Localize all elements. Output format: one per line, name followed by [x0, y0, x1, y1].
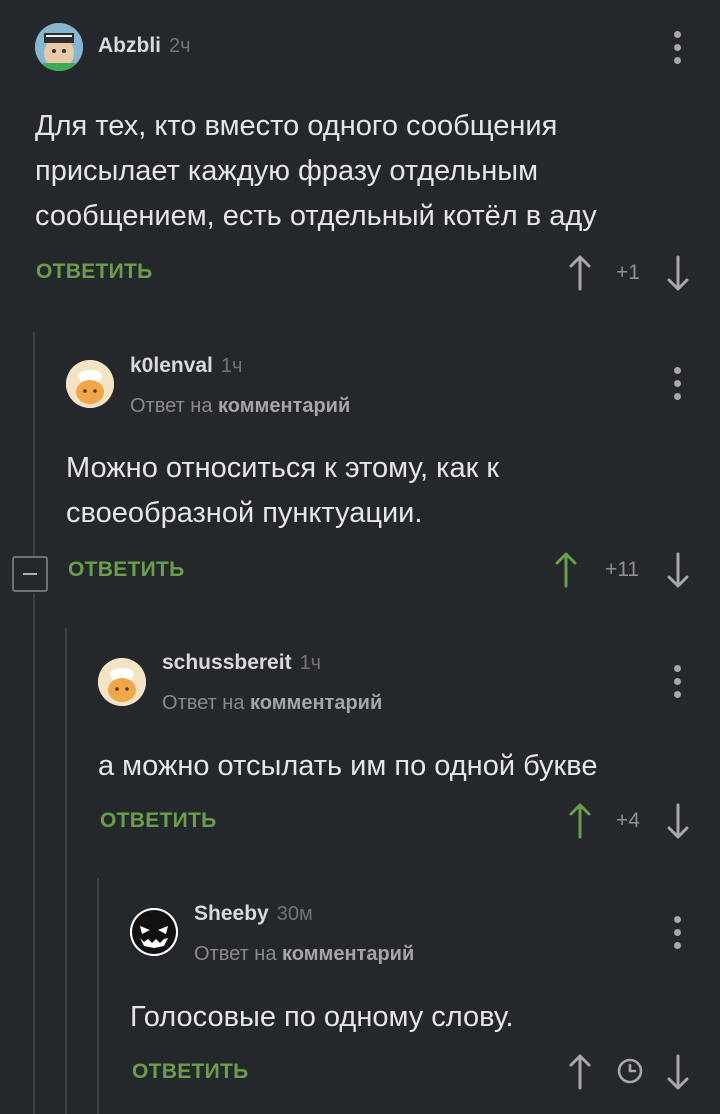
reply-button[interactable]: ОТВЕТИТЬ	[36, 260, 153, 284]
avatar[interactable]	[35, 23, 83, 71]
upvote-arrow-icon[interactable]	[566, 253, 594, 293]
thread-line-level-2	[65, 628, 67, 1114]
downvote-arrow-icon[interactable]	[664, 1052, 692, 1092]
thread-line-level-1-lower	[33, 594, 35, 1114]
comment-author[interactable]: schussbereit 1ч	[162, 651, 321, 675]
downvote-arrow-icon[interactable]	[664, 253, 692, 293]
reply-button[interactable]: ОТВЕТИТЬ	[100, 809, 217, 833]
thread-line-level-3	[97, 878, 99, 1114]
comment-line: сообщением, есть отдельный котёл в аду	[35, 200, 597, 232]
avatar[interactable]	[98, 658, 146, 706]
comment-line: Для тех, кто вместо одного сообщения	[35, 110, 558, 142]
reply-to-link[interactable]: комментарий	[250, 692, 382, 714]
rating-value: +1	[616, 261, 640, 284]
comment-author[interactable]: Abzbli 2ч	[98, 34, 191, 58]
comment-line: а можно отсылать им по одной букве	[98, 750, 598, 782]
author-name[interactable]: k0lenval	[130, 354, 213, 377]
rating-value: +11	[604, 558, 640, 581]
comment-line: Голосовые по одному слову.	[130, 1001, 514, 1033]
comment-body: Для тех, кто вместо одного сообщения при…	[35, 104, 597, 239]
rating-value: +4	[616, 809, 640, 832]
comment-line: своеобразной пунктуации.	[66, 497, 423, 529]
upvote-arrow-icon[interactable]	[566, 801, 594, 841]
reply-to-info: Ответ на комментарий	[194, 943, 414, 966]
more-options-icon[interactable]	[674, 916, 682, 952]
comment-time: 2ч	[169, 35, 191, 57]
avatar[interactable]	[66, 360, 114, 408]
avatar[interactable]	[130, 908, 178, 956]
comment-time: 1ч	[220, 355, 243, 377]
comment-time: 30м	[276, 903, 313, 925]
reply-button[interactable]: ОТВЕТИТЬ	[68, 558, 185, 582]
more-options-icon[interactable]	[674, 31, 682, 67]
author-name[interactable]: Abzbli	[98, 34, 161, 57]
more-options-icon[interactable]	[674, 665, 682, 701]
reply-to-link[interactable]: комментарий	[218, 395, 350, 417]
reply-button[interactable]: ОТВЕТИТЬ	[132, 1060, 249, 1084]
reply-to-prefix: Ответ на	[194, 943, 277, 965]
comment-body: а можно отсылать им по одной букве	[98, 744, 597, 789]
downvote-arrow-icon[interactable]	[664, 550, 692, 590]
comment-author[interactable]: k0lenval 1ч	[130, 354, 242, 378]
author-name[interactable]: Sheeby	[194, 902, 269, 925]
upvote-arrow-icon[interactable]	[552, 550, 580, 590]
collapse-thread-button[interactable]	[12, 556, 48, 592]
more-options-icon[interactable]	[674, 367, 682, 403]
comment-body: Голосовые по одному слову.	[130, 995, 514, 1040]
reply-to-prefix: Ответ на	[130, 395, 213, 417]
comment-time: 1ч	[299, 652, 322, 674]
comment-line: Можно относиться к этому, как к	[66, 452, 500, 484]
upvote-arrow-icon[interactable]	[566, 1052, 594, 1092]
comment-body: Можно относиться к этому, как к своеобра…	[66, 446, 499, 536]
clock-icon	[617, 1058, 643, 1084]
downvote-arrow-icon[interactable]	[664, 801, 692, 841]
reply-to-info: Ответ на комментарий	[130, 395, 350, 418]
reply-to-info: Ответ на комментарий	[162, 692, 382, 715]
reply-to-prefix: Ответ на	[162, 692, 245, 714]
reply-to-link[interactable]: комментарий	[282, 943, 414, 965]
thread-line-level-1	[33, 332, 35, 556]
author-name[interactable]: schussbereit	[162, 651, 292, 674]
comment-author[interactable]: Sheeby 30м	[194, 902, 313, 926]
comment-line: присылает каждую фразу отдельным	[35, 155, 539, 187]
